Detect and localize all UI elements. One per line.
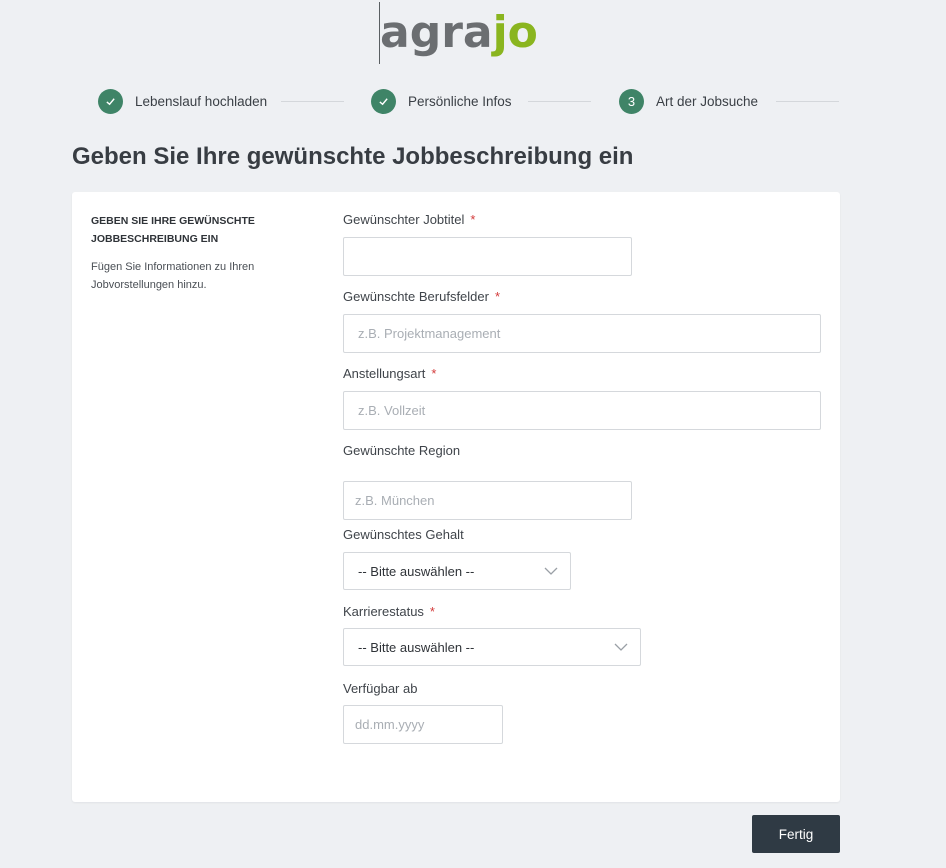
- check-icon: [371, 89, 396, 114]
- region-label: Gewünschte Region: [343, 443, 461, 458]
- step-job-search-type: 3 Art der Jobsuche: [619, 89, 758, 114]
- career-status-label: Karrierestatus *: [343, 604, 435, 619]
- finish-button[interactable]: Fertig: [752, 815, 840, 853]
- chevron-down-icon: [614, 643, 628, 651]
- progress-stepper: Lebenslauf hochladen Persönliche Infos 3…: [0, 89, 946, 115]
- required-marker: *: [494, 289, 501, 304]
- step-divider: [528, 101, 591, 102]
- step-upload-cv: Lebenslauf hochladen: [98, 89, 267, 114]
- career-selected-value: -- Bitte auswählen --: [358, 639, 475, 655]
- check-icon: [98, 89, 123, 114]
- job-fields-label: Gewünschte Berufsfelder *: [343, 289, 501, 304]
- agrajo-logo: agrajo: [379, 2, 538, 64]
- region-input[interactable]: [343, 481, 632, 520]
- step-personal-info: Persönliche Infos: [371, 89, 512, 114]
- step-divider: [776, 101, 839, 102]
- available-from-label: Verfügbar ab: [343, 681, 418, 696]
- page-title: Geben Sie Ihre gewünschte Jobbeschreibun…: [72, 143, 634, 170]
- salary-label: Gewünschtes Gehalt: [343, 527, 464, 542]
- section-description: Fügen Sie Informationen zu Ihren Jobvors…: [91, 261, 255, 291]
- step-label: Persönliche Infos: [408, 94, 512, 109]
- job-fields-input[interactable]: [343, 314, 821, 353]
- employment-type-label: Anstellungsart *: [343, 366, 437, 381]
- required-marker: *: [431, 366, 437, 381]
- job-title-label: Gewünschter Jobtitel *: [343, 212, 476, 227]
- step-divider: [281, 101, 344, 102]
- required-marker: *: [429, 604, 435, 619]
- step-label: Lebenslauf hochladen: [135, 94, 268, 109]
- step-number: 3: [619, 89, 644, 114]
- salary-selected-value: -- Bitte auswählen --: [358, 563, 475, 579]
- chevron-down-icon: [544, 567, 558, 575]
- career-status-select[interactable]: -- Bitte auswählen --: [343, 628, 641, 666]
- job-title-input[interactable]: [343, 237, 632, 276]
- section-title: GEBEN SIE IHRE GEWÜNSCHTE JOBBESCHREIBUN…: [91, 215, 255, 245]
- employment-type-input[interactable]: [343, 391, 821, 430]
- required-marker: *: [470, 212, 476, 227]
- salary-select[interactable]: -- Bitte auswählen --: [343, 552, 571, 590]
- step-label: Art der Jobsuche: [656, 94, 759, 109]
- logo-wordmark: agrajo: [380, 7, 538, 58]
- available-from-date-input[interactable]: [343, 705, 503, 744]
- form-card: GEBEN SIE IHRE GEWÜNSCHTE JOBBESCHREIBUN…: [72, 192, 840, 802]
